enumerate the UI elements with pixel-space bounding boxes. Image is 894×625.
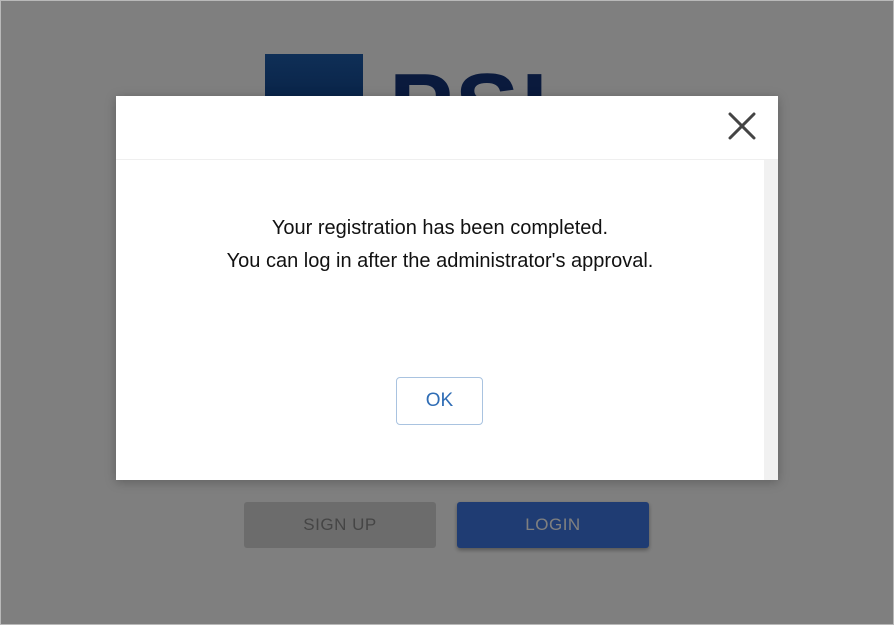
app-window: PSI SIGN UP LOGIN Your registration has … xyxy=(0,0,894,625)
close-button[interactable] xyxy=(724,108,760,144)
ok-button[interactable]: OK xyxy=(396,377,483,425)
message-line-2: You can log in after the administrator's… xyxy=(226,250,654,272)
dialog-message: Your registration has been completed. Yo… xyxy=(116,212,764,278)
message-line-1: Your registration has been completed. xyxy=(271,217,609,239)
registration-complete-dialog: Your registration has been completed. Yo… xyxy=(116,96,778,480)
dialog-body: Your registration has been completed. Yo… xyxy=(116,160,764,480)
close-icon xyxy=(728,112,756,140)
dialog-scrollbar[interactable] xyxy=(764,160,778,480)
dialog-header xyxy=(116,96,778,160)
